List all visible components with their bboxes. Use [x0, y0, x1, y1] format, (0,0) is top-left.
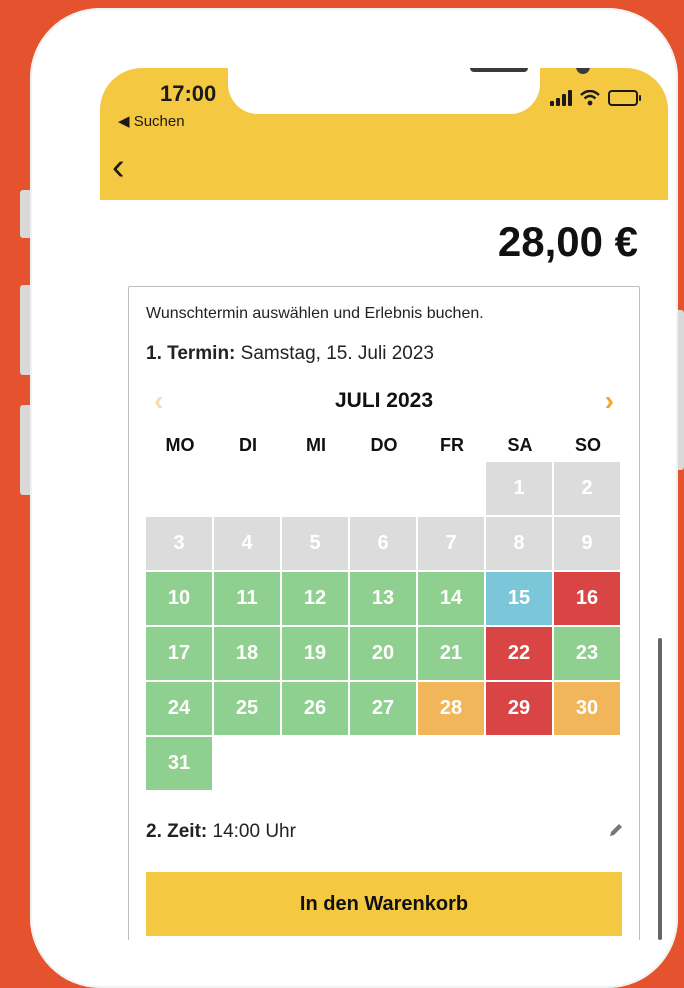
next-month-chevron-icon[interactable]: ›	[605, 387, 614, 415]
status-time: 17:00	[160, 81, 217, 106]
calendar-day-available[interactable]: 11	[214, 572, 280, 625]
zeit-value: 14:00 Uhr	[212, 821, 296, 842]
calendar-day-disabled: 2	[554, 462, 620, 515]
calendar-grid: 1 2 3 4 5 6 7 8 9 10 11 12 13 14 15 16 17 18 19 20 21 22 23 24 2…	[146, 462, 622, 792]
calendar-blank-cell	[282, 462, 348, 515]
calendar-blank-cell	[418, 462, 484, 515]
speaker-grille	[470, 68, 528, 72]
calendar-day-disabled: 5	[282, 517, 348, 570]
add-to-cart-button[interactable]: In den Warenkorb	[146, 872, 622, 936]
booking-card: Wunschtermin auswählen und Erlebnis buch…	[128, 286, 640, 940]
chevron-left-icon[interactable]: ‹	[112, 148, 142, 188]
app-screen: 17:00 ◀ Suchen ‹ 28,00 € Wunschtermin au…	[100, 68, 668, 940]
weekday-label: DO	[370, 435, 398, 455]
calendar-day-disabled: 1	[486, 462, 552, 515]
calendar-day-available[interactable]: 26	[282, 682, 348, 735]
calendar-day-available[interactable]: 14	[418, 572, 484, 625]
termin-label: 1. Termin:	[146, 343, 236, 364]
calendar-day-disabled: 3	[146, 517, 212, 570]
calendar-day-booked[interactable]: 29	[486, 682, 552, 735]
weekday-header: MO DI MI DO FR SA SO	[146, 435, 622, 456]
calendar-day-available[interactable]: 21	[418, 627, 484, 680]
price-label: 28,00 €	[497, 218, 638, 265]
calendar-day-disabled: 7	[418, 517, 484, 570]
calendar-month-title: JULI 2023	[334, 389, 434, 412]
calendar-day-available[interactable]: 17	[146, 627, 212, 680]
calendar-header: ‹ JULI 2023 ›	[146, 387, 622, 417]
calendar-day-selected[interactable]: 15	[486, 572, 552, 625]
calendar-day-limited[interactable]: 30	[554, 682, 620, 735]
calendar-blank-cell	[350, 462, 416, 515]
calendar-day-available[interactable]: 13	[350, 572, 416, 625]
weekday-label: FR	[440, 435, 464, 455]
termin-value: Samstag, 15. Juli 2023	[240, 343, 434, 364]
calendar-day-available[interactable]: 12	[282, 572, 348, 625]
selected-time-row: 2. Zeit: 14:00 Uhr	[146, 821, 296, 843]
calendar-blank-cell	[214, 462, 280, 515]
calendar-day-booked[interactable]: 22	[486, 627, 552, 680]
wifi-icon	[580, 90, 600, 106]
edit-pencil-icon[interactable]	[607, 821, 625, 839]
signal-icon	[550, 90, 572, 106]
calendar-day-available[interactable]: 10	[146, 572, 212, 625]
back-to-search-link[interactable]: ◀ Suchen	[118, 112, 185, 130]
weekday-label: MI	[306, 435, 326, 455]
calendar-day-available[interactable]: 27	[350, 682, 416, 735]
selected-date-row: 1. Termin: Samstag, 15. Juli 2023	[146, 343, 434, 365]
phone-frame: 17:00 ◀ Suchen ‹ 28,00 € Wunschtermin au…	[30, 8, 678, 988]
calendar-day-disabled: 4	[214, 517, 280, 570]
calendar-day-available[interactable]: 20	[350, 627, 416, 680]
calendar-day-disabled: 6	[350, 517, 416, 570]
calendar-blank-cell	[146, 462, 212, 515]
calendar-day-booked[interactable]: 16	[554, 572, 620, 625]
scrollbar[interactable]	[658, 638, 662, 940]
calendar-day-disabled: 8	[486, 517, 552, 570]
weekday-label: SO	[574, 435, 601, 455]
weekday-label: MO	[165, 435, 195, 455]
device-notch	[228, 68, 590, 114]
calendar-day-available[interactable]: 31	[146, 737, 212, 790]
weekday-label: DI	[239, 435, 257, 455]
calendar-day-available[interactable]: 19	[282, 627, 348, 680]
calendar-day-available[interactable]: 23	[554, 627, 620, 680]
battery-icon	[608, 90, 641, 106]
calendar-day-available[interactable]: 24	[146, 682, 212, 735]
zeit-label: 2. Zeit:	[146, 821, 208, 842]
calendar-day-disabled: 9	[554, 517, 620, 570]
calendar-day-available[interactable]: 25	[214, 682, 280, 735]
calendar-day-limited[interactable]: 28	[418, 682, 484, 735]
calendar-day-available[interactable]: 18	[214, 627, 280, 680]
weekday-label: SA	[507, 435, 533, 455]
booking-intro: Wunschtermin auswählen und Erlebnis buch…	[146, 305, 484, 322]
status-icons	[550, 90, 641, 106]
